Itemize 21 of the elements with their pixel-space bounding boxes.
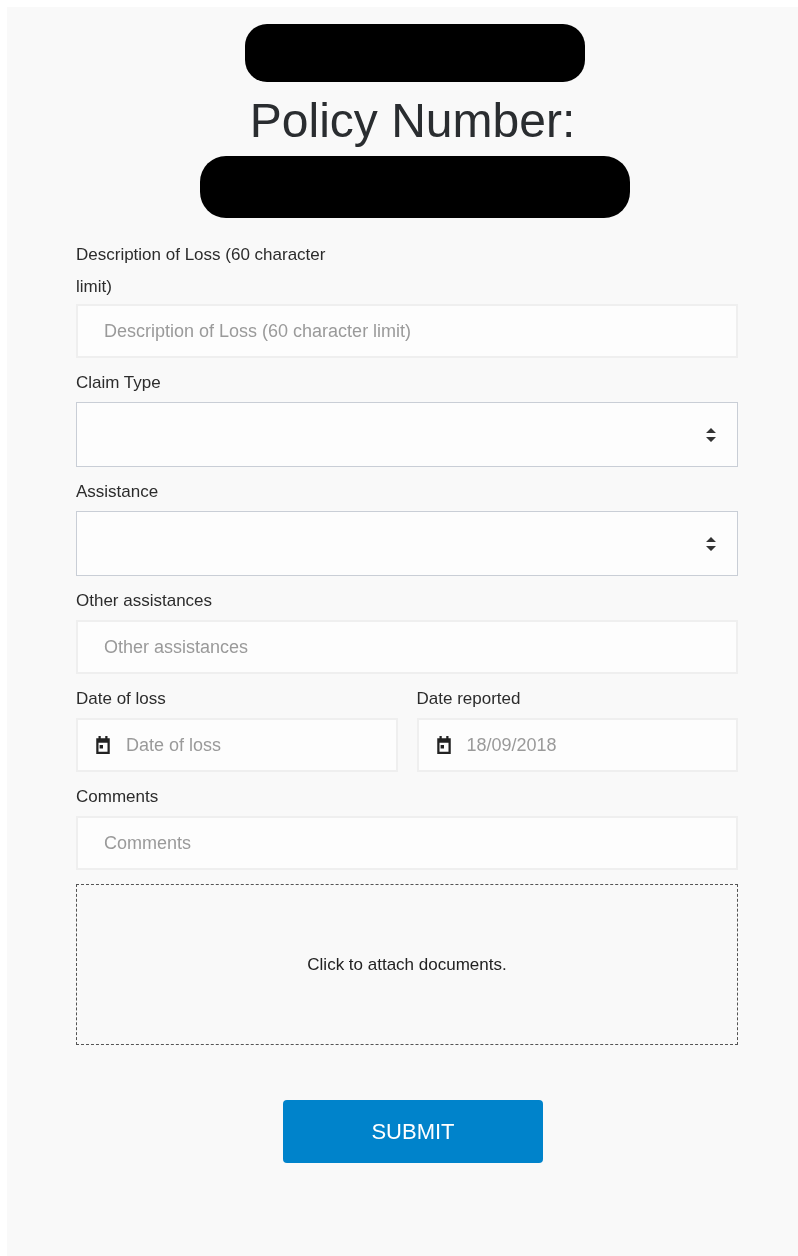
- date-field[interactable]: 18/09/2018: [416, 718, 738, 772]
- sort-icon: [705, 535, 717, 552]
- text-field[interactable]: Other assistances: [76, 620, 738, 674]
- sort-icon: [705, 426, 717, 443]
- calendar-icon: [434, 736, 453, 754]
- submit-button[interactable]: SUBMIT: [283, 1100, 543, 1163]
- attach-dropzone[interactable]: Click to attach documents.: [76, 884, 738, 1045]
- field-label: Other assistances: [76, 590, 214, 612]
- text-field[interactable]: Description of Loss (60 character limit): [76, 304, 738, 358]
- page-title: Policy Number:: [249, 93, 576, 149]
- select-field[interactable]: [76, 511, 738, 576]
- field-label: Comments: [76, 786, 160, 808]
- select-field[interactable]: [76, 402, 738, 467]
- calendar-icon: [94, 736, 112, 754]
- date-field[interactable]: Date of loss: [76, 718, 398, 772]
- field-label: Description of Loss (60 character limit): [76, 244, 327, 298]
- field-label: Claim Type: [76, 372, 162, 394]
- text-field[interactable]: Comments: [76, 816, 738, 870]
- field-label: Date of loss: [76, 688, 167, 710]
- field-label: Assistance: [76, 481, 160, 503]
- field-label: Date reported: [416, 688, 522, 710]
